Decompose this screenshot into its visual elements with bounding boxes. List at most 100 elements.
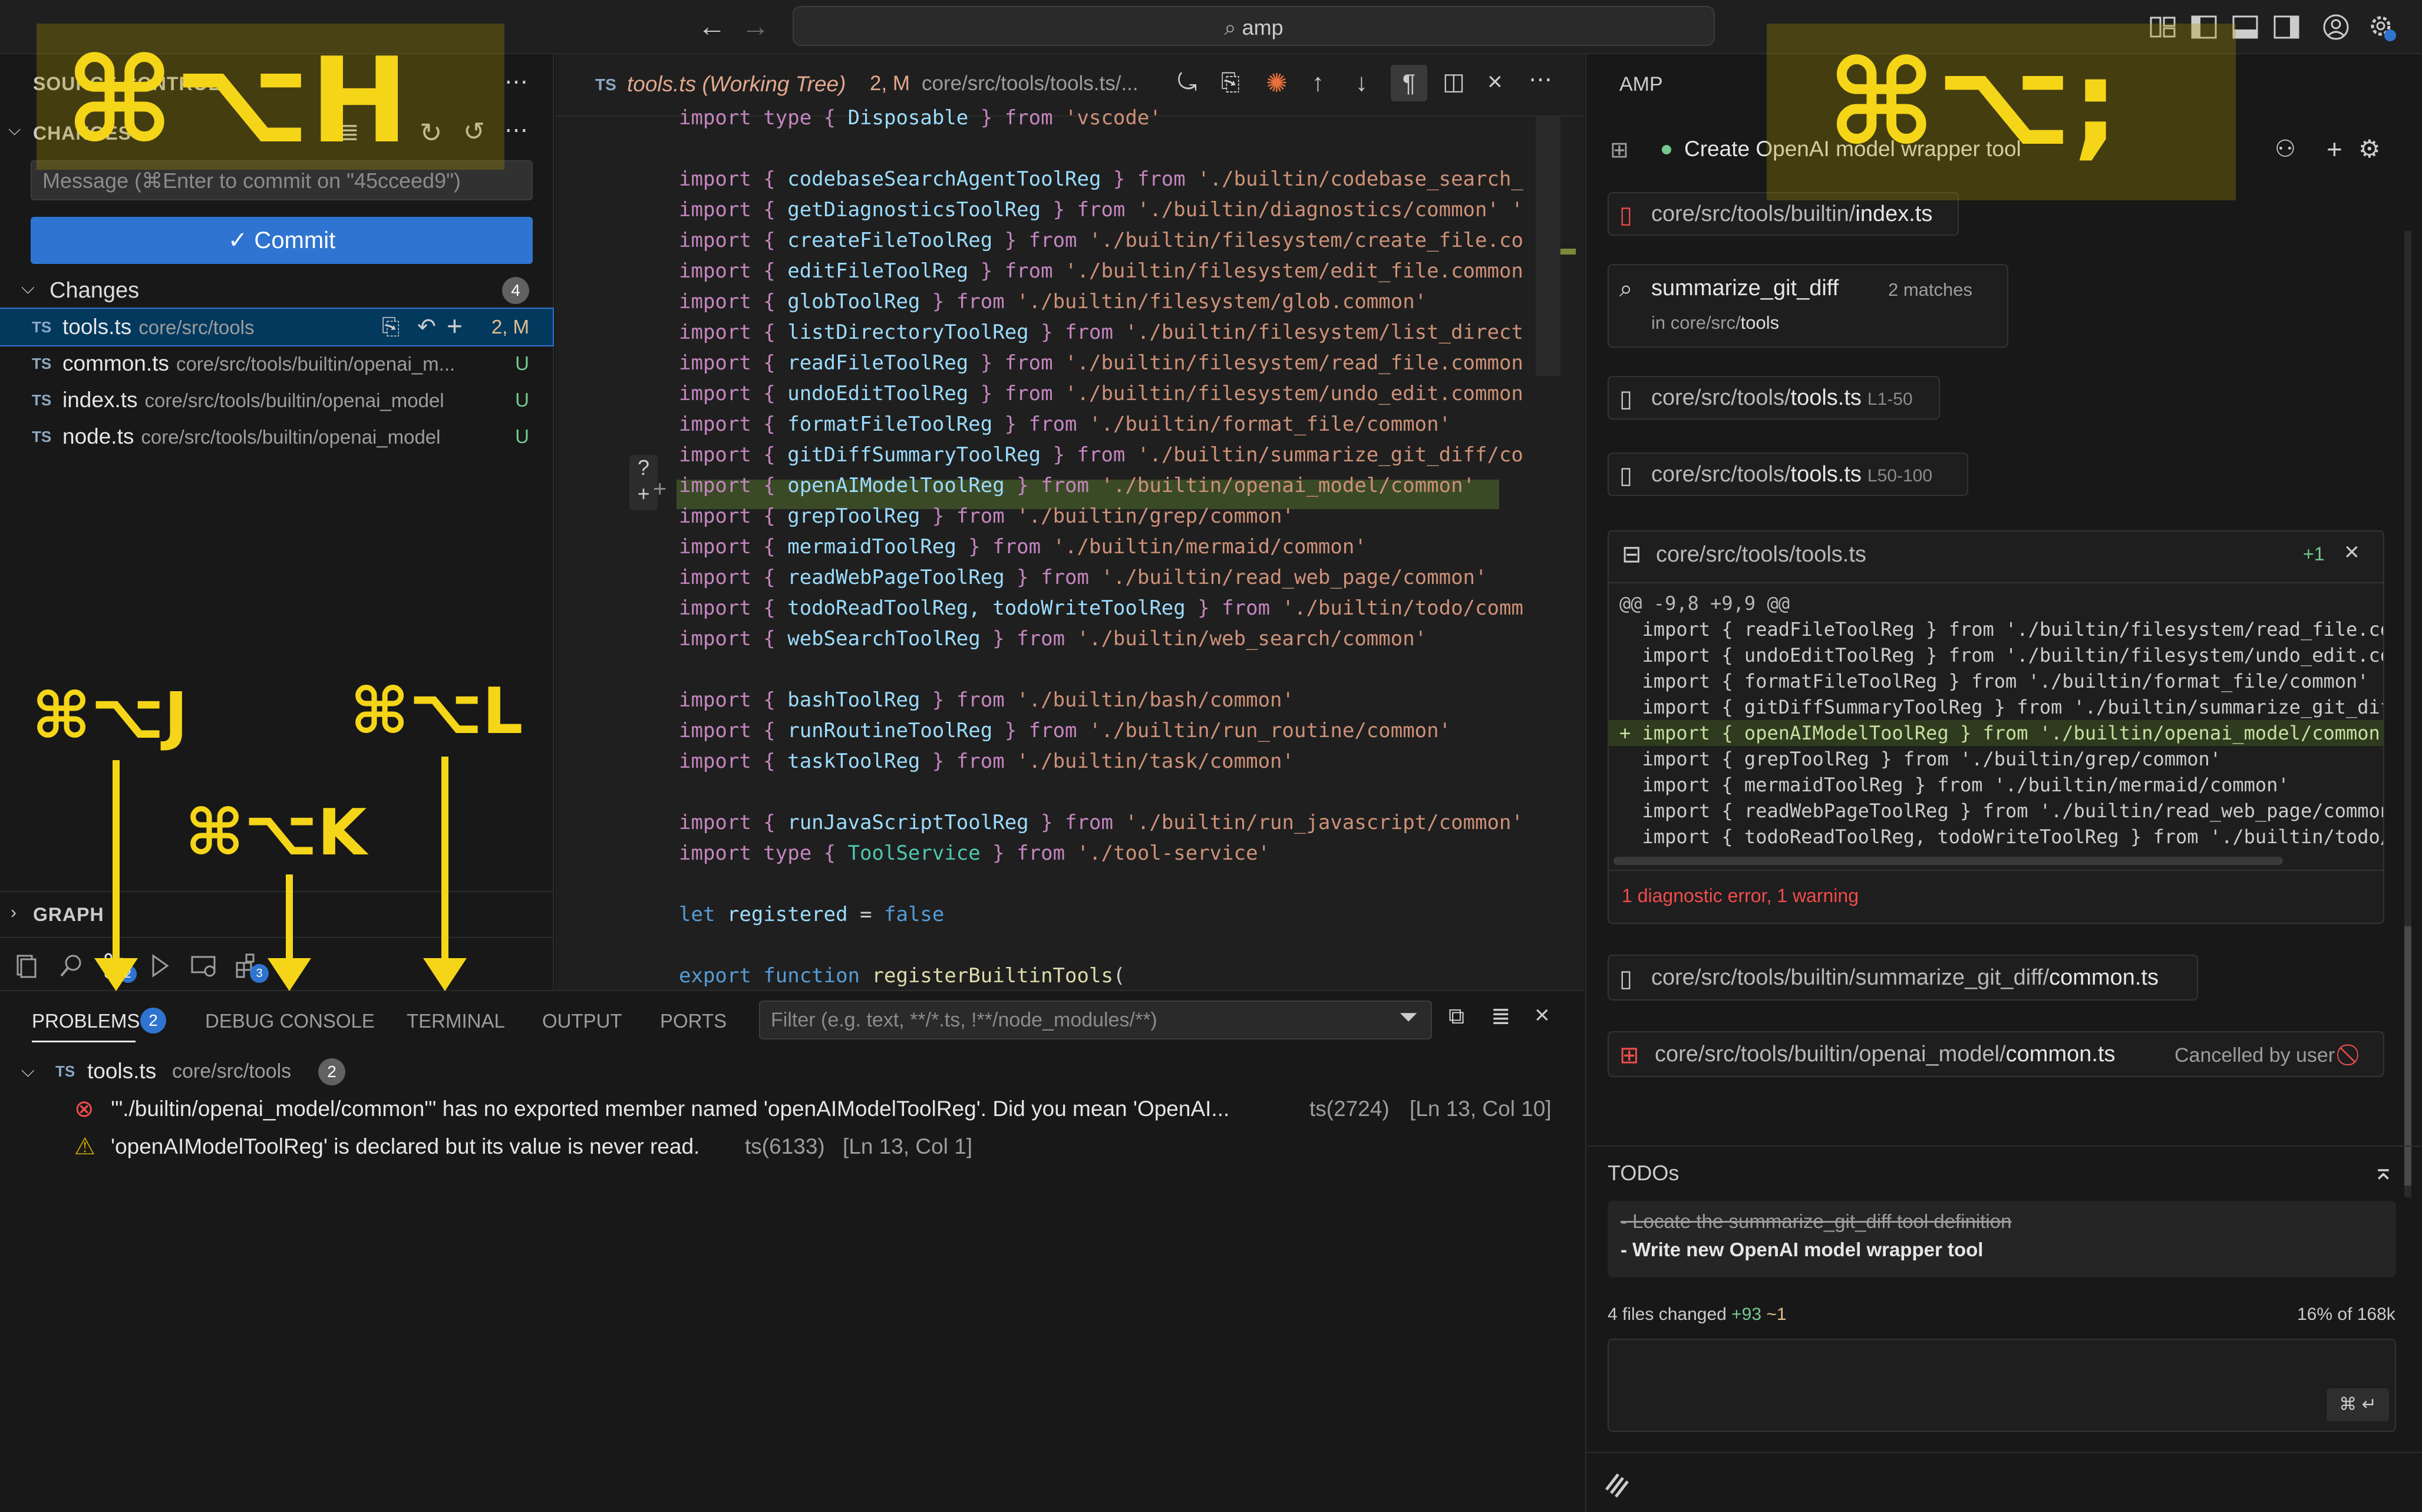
search-card[interactable]: ⌕ summarize_git_diff 2 matches in core/s… — [1608, 264, 2008, 348]
previous-change-icon[interactable]: ↑ — [1312, 68, 1324, 97]
toggle-secondary-sidebar-icon[interactable] — [2271, 12, 2302, 42]
search-icon[interactable] — [57, 951, 86, 981]
edit-diff-card[interactable]: ⊟ core/src/tools/tools.ts +1 × @@ -9,8 +… — [1608, 530, 2384, 924]
changes-group-label[interactable]: Changes — [50, 278, 139, 303]
new-thread-icon[interactable]: + — [2327, 133, 2342, 165]
read-file-card[interactable]: ▯ core/src/tools/tools.ts L50-100 — [1608, 453, 1968, 496]
todo-item[interactable]: - Write new OpenAI model wrapper tool — [1621, 1239, 1983, 1261]
problems-filter-input[interactable]: Filter (e.g. text, **/*.ts, !**/node_mod… — [759, 1001, 1432, 1039]
run-debug-icon[interactable] — [144, 951, 173, 981]
share-thread-icon[interactable]: ⚇ — [2275, 136, 2296, 163]
code-line[interactable]: import type { ToolService } from './tool… — [679, 838, 1270, 869]
graph-section-header[interactable]: GRAPH — [33, 904, 104, 926]
toggle-whitespace-icon[interactable]: ¶ — [1391, 65, 1427, 101]
command-center-search[interactable]: ⌕ amp — [793, 6, 1715, 46]
collapse-todos-icon[interactable]: ⌅ — [2372, 1156, 2394, 1186]
next-change-icon[interactable]: ↓ — [1355, 68, 1368, 97]
code-line[interactable]: import { mermaidToolReg } from './builti… — [679, 531, 1367, 562]
close-icon[interactable]: × — [1487, 67, 1503, 97]
code-line[interactable]: import { readFileToolReg } from './built… — [679, 348, 1523, 378]
code-line[interactable]: export function registerBuiltinTools( — [679, 960, 1125, 986]
more-actions-icon[interactable]: ⋯ — [504, 68, 528, 95]
open-file-icon[interactable]: ⎘ — [382, 309, 400, 345]
explorer-icon[interactable] — [12, 951, 41, 981]
tab-ports[interactable]: PORTS — [660, 1010, 727, 1032]
code-token-pre: import { — [679, 351, 788, 375]
filter-icon[interactable]: ⏷ — [1399, 1004, 1418, 1031]
amp-prompt-input[interactable]: ⌘ ↵ — [1608, 1339, 2396, 1432]
code-line[interactable]: import { todoReadToolReg, todoWriteToolR… — [679, 593, 1523, 623]
close-panel-icon[interactable]: × — [1535, 1001, 1550, 1030]
remote-explorer-icon[interactable] — [189, 951, 218, 981]
code-line[interactable]: import { gitDiffSummaryToolReg } from '.… — [679, 440, 1523, 470]
amp-icon[interactable]: ✺ — [1266, 68, 1288, 98]
collapse-all-icon[interactable]: ⧉ — [1448, 1004, 1464, 1029]
todo-item-done[interactable]: - Locate the summarize_git_diff tool def… — [1621, 1210, 2011, 1233]
amp-scrollbar-thumb[interactable] — [2404, 926, 2411, 1186]
threads-grid-icon[interactable]: ⊞ — [1610, 137, 1629, 163]
code-line[interactable]: import { globToolReg } from './builtin/f… — [679, 286, 1427, 317]
forward-arrow-icon[interactable]: → — [739, 11, 772, 44]
changed-file-row[interactable]: TS node.ts core/src/tools/builtin/openai_… — [0, 418, 553, 455]
amp-logo-icon[interactable] — [1601, 1466, 1636, 1501]
back-arrow-icon[interactable]: ← — [695, 11, 728, 44]
tab-debug-console[interactable]: DEBUG CONSOLE — [205, 1010, 375, 1032]
chevron-down-icon[interactable]: ⌵ — [21, 278, 35, 298]
code-line[interactable]: import { getDiagnosticsToolReg } from '.… — [679, 194, 1523, 225]
tab-terminal[interactable]: TERMINAL — [407, 1010, 505, 1032]
problem-row[interactable]: ⊗ '"./builtin/openai_model/common"' has … — [0, 1090, 1584, 1128]
changed-file-row[interactable]: TS index.ts core/src/tools/builtin/openai… — [0, 382, 553, 418]
chevron-right-icon[interactable]: › — [11, 903, 17, 923]
more-actions-icon[interactable]: ⋯ — [1529, 66, 1552, 93]
code-line[interactable]: import { taskToolReg } from './builtin/t… — [679, 746, 1294, 777]
commit-button[interactable]: ✓ Commit — [31, 217, 533, 264]
read-file-card[interactable]: ▯ core/src/tools/builtin/summarize_git_d… — [1608, 955, 2198, 1001]
diff-horizontal-scrollbar[interactable] — [1613, 857, 2283, 865]
code-view[interactable]: import type { Disposable } from 'vscode'… — [555, 103, 1533, 986]
code-line[interactable]: let registered = false — [679, 899, 944, 930]
code-line[interactable]: import { createFileToolReg } from './bui… — [679, 225, 1523, 256]
tab-problems[interactable]: PROBLEMS — [32, 1010, 140, 1032]
split-editor-icon[interactable]: ◫ — [1443, 68, 1465, 95]
code-line[interactable]: import { bashToolReg } from './builtin/b… — [679, 685, 1294, 715]
code-line[interactable]: import { runJavaScriptToolReg } from './… — [679, 807, 1523, 838]
close-icon[interactable]: × — [2344, 537, 2360, 567]
code-line[interactable]: import { editFileToolReg } from './built… — [679, 256, 1523, 286]
open-file-icon[interactable]: ⎘ — [1221, 70, 1240, 96]
changed-file-row[interactable]: TS tools.ts core/src/tools ⎘ ↶ + 2, M — [0, 308, 554, 346]
account-icon[interactable] — [2321, 12, 2351, 42]
divider — [1586, 1452, 2422, 1453]
view-as-list-icon[interactable]: ≣ — [1491, 1003, 1511, 1030]
code-line[interactable]: import { undoEditToolReg } from './built… — [679, 378, 1523, 409]
code-token-name: grepToolReg — [787, 504, 920, 528]
code-line[interactable]: import { grepToolReg } from './builtin/g… — [679, 501, 1294, 531]
code-line[interactable]: import { webSearchToolReg } from './buil… — [679, 623, 1427, 654]
settings-gear-icon[interactable]: ⚙ — [2358, 134, 2381, 163]
manage-gear-icon[interactable] — [2367, 12, 2397, 42]
code-line[interactable]: import { openAIModelToolReg } from './bu… — [679, 470, 1475, 501]
stage-changes-icon[interactable]: + — [447, 308, 463, 344]
problem-row[interactable]: ⚠ 'openAIModelToolReg' is declared but i… — [0, 1128, 1584, 1166]
code-token-post: } from — [1028, 811, 1126, 834]
tab-output[interactable]: OUTPUT — [542, 1010, 622, 1032]
editor-scrollbar[interactable] — [1536, 117, 1560, 376]
changed-file-row[interactable]: TS common.ts core/src/tools/builtin/opena… — [0, 345, 553, 382]
card-dir: core/src/tools/builtin/openai_model/ — [1655, 1042, 2006, 1067]
code-line[interactable]: import { readWebPageToolReg } from './bu… — [679, 562, 1487, 593]
more-actions-icon[interactable]: ⋯ — [504, 117, 528, 144]
chevron-down-icon[interactable]: ⌵ — [8, 120, 21, 140]
discard-changes-icon[interactable]: ↶ — [417, 309, 436, 345]
code-line[interactable]: import type { Disposable } from 'vscode' — [679, 103, 1161, 133]
files-changed-summary[interactable]: 4 files changed +93 ~1 — [1608, 1305, 1787, 1325]
code-line[interactable]: import { codebaseSearchAgentToolReg } fr… — [679, 164, 1523, 194]
code-line[interactable]: import { runRoutineToolReg } from './bui… — [679, 715, 1451, 746]
read-file-card[interactable]: ▯ core/src/tools/tools.ts L1-50 — [1608, 376, 1940, 420]
editor-tab-title[interactable]: tools.ts (Working Tree) — [627, 72, 846, 97]
file-status: U — [515, 352, 529, 374]
stage-selected-icon[interactable]: ⤿ — [1177, 70, 1197, 96]
submit-shortcut-hint[interactable]: ⌘ ↵ — [2327, 1388, 2389, 1421]
code-line[interactable]: import { formatFileToolReg } from './bui… — [679, 409, 1451, 440]
problems-file-row[interactable]: ⌵ TS tools.ts core/src/tools 2 — [0, 1052, 1584, 1090]
code-line[interactable]: import { listDirectoryToolReg } from './… — [679, 317, 1523, 348]
create-file-card[interactable]: ⊞ core/src/tools/builtin/openai_model/co… — [1608, 1031, 2384, 1077]
